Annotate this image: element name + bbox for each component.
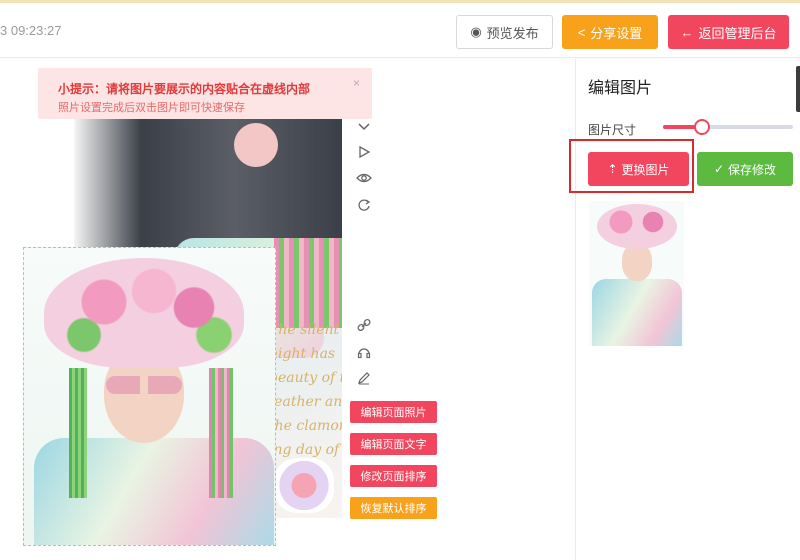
tip-title: 小提示：请将图片要展示的内容贴合在虚线内部 — [58, 82, 311, 96]
timestamp: 3 09:23:27 — [0, 23, 62, 38]
poem-line: beauty of the — [269, 370, 342, 386]
chevron-down-icon[interactable] — [355, 117, 373, 135]
preview-publish-label: 预览发布 — [486, 25, 539, 41]
save-changes-button[interactable]: ✓ 保存修改 — [697, 152, 793, 186]
photo-flowers — [274, 458, 334, 513]
share-settings-label: 分享设置 — [590, 25, 643, 41]
close-icon[interactable]: × — [353, 76, 360, 90]
reorder-pages-button[interactable]: 修改页面排序 — [350, 465, 437, 487]
tip-text: 照片设置完成后双击图片即可快速保存 — [58, 102, 245, 114]
photo-fan — [234, 123, 278, 167]
panel-title: 编辑图片 — [588, 80, 653, 97]
photo-tassel-left — [69, 368, 87, 498]
top-bar: 3 09:23:27 ◉ 预览发布 < 分享设置 ← 返回管理后台 — [0, 0, 800, 58]
thumb-body — [592, 279, 682, 346]
tip-banner: 小提示：请将图片要展示的内容贴合在虚线内部 照片设置完成后双击图片即可快速保存 … — [38, 68, 372, 119]
panel-divider — [575, 59, 576, 560]
photo-glasses — [106, 376, 182, 394]
share-settings-button[interactable]: < 分享设置 — [562, 15, 658, 49]
share-icon: < — [577, 24, 586, 40]
replace-image-label: 更换图片 — [621, 162, 670, 177]
preview-publish-button[interactable]: ◉ 预览发布 — [456, 15, 553, 49]
back-to-admin-label: 返回管理后台 — [698, 25, 777, 41]
rotate-icon[interactable] — [355, 196, 373, 214]
upload-icon: ⇡ — [607, 162, 618, 176]
edit-page-photo-button[interactable]: 编辑页面照片 — [350, 401, 437, 423]
photo-tassel-right — [209, 368, 233, 498]
play-icon[interactable] — [355, 143, 373, 161]
eye-icon[interactable] — [355, 169, 373, 187]
photo-headdress — [44, 258, 244, 368]
headphones-icon[interactable] — [355, 343, 373, 361]
image-size-slider[interactable] — [663, 125, 793, 129]
check-icon: ✓ — [713, 162, 725, 176]
slider-handle[interactable] — [694, 119, 710, 135]
thumb-headdress — [597, 204, 677, 249]
reset-order-button[interactable]: 恢复默认排序 — [350, 497, 437, 519]
poem-line: feather and the clamor- — [269, 394, 342, 434]
poem-line: The silent night has — [269, 322, 340, 362]
image-thumbnail[interactable] — [589, 201, 684, 346]
image-size-label: 图片尺寸 — [588, 123, 637, 137]
back-to-admin-button[interactable]: ← 返回管理后台 — [668, 15, 789, 49]
photo-tassels — [274, 238, 342, 328]
replace-image-button[interactable]: ⇡ 更换图片 — [588, 152, 689, 186]
save-changes-label: 保存修改 — [728, 162, 777, 177]
link-icon[interactable] — [355, 316, 373, 334]
selected-photo-frame[interactable] — [23, 247, 276, 546]
pencil-icon[interactable] — [355, 369, 373, 387]
edit-page-text-button[interactable]: 编辑页面文字 — [350, 433, 437, 455]
edge-scroll-tab[interactable] — [796, 66, 800, 112]
eye-icon: ◉ — [470, 24, 482, 39]
arrow-left-icon: ← — [680, 24, 694, 40]
